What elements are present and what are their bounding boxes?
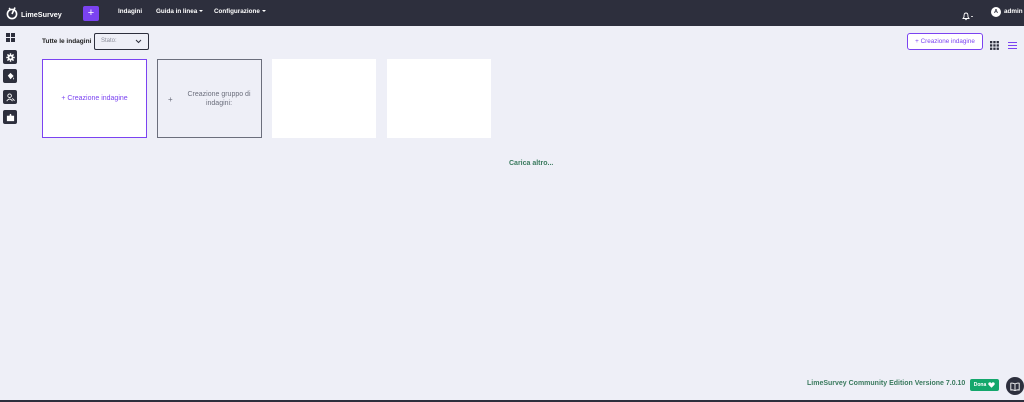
nav-configurazione[interactable]: Configurazione [214,8,266,15]
grid-view-toggle[interactable] [990,37,999,55]
nav-indagini[interactable]: Indagini [118,8,142,15]
sidebar-item-plugins[interactable] [3,110,17,124]
grid-icon [5,32,15,42]
list-view-toggle[interactable] [1008,37,1017,55]
sidebar-item-themes[interactable] [3,69,17,83]
app-name: LimeSurvey [21,10,62,19]
create-survey-card[interactable]: + Creazione indagine [42,59,147,138]
sidebar-item-dashboard[interactable] [3,30,17,44]
quick-add-button[interactable]: + [83,6,99,21]
status-filter-placeholder: Stato: [101,38,117,44]
create-survey-card-label: + Creazione indagine [61,95,128,102]
grid-view-icon [990,41,999,50]
list-view-icon [1008,42,1017,49]
create-survey-group-card[interactable]: + Creazione gruppo di indagini: [157,59,262,138]
caret-down-icon [199,10,204,12]
all-surveys-label: Tutte le indagini [42,38,92,45]
survey-card-placeholder [387,59,491,138]
sidebar-item-users[interactable] [3,90,17,104]
bell-icon [962,12,974,21]
puzzle-icon [6,113,14,121]
create-survey-button[interactable]: + Creazione indagine [907,33,983,50]
survey-card-placeholder [272,59,376,138]
user-menu[interactable]: admin [1004,8,1023,15]
create-survey-group-label: Creazione gruppo di indagini: [187,91,251,107]
nav-guida-label: Guida in linea [156,8,198,15]
load-more-link[interactable]: Carica altro... [509,160,553,167]
nav-indagini-label: Indagini [118,8,143,15]
limesurvey-logo[interactable]: LimeSurvey [6,5,62,21]
nav-guida-in-linea[interactable]: Guida in linea [156,8,204,15]
plus-icon: + [168,95,173,104]
donate-label: Dona [973,382,987,388]
gear-icon [5,52,15,62]
limesurvey-logo-icon [6,7,18,20]
nav-configurazione-label: Configurazione [214,8,260,15]
user-avatar[interactable]: A [991,7,1001,17]
book-icon [1010,382,1020,391]
users-icon [5,92,15,101]
paint-bucket-icon [7,72,14,80]
version-link[interactable]: LimeSurvey Community Edition Versione 7.… [807,380,965,387]
donate-button[interactable]: Dona [970,379,999,391]
caret-down-icon [261,10,266,12]
chevron-down-icon [135,39,142,44]
status-filter-select[interactable]: Stato: [94,33,149,50]
top-navbar: LimeSurvey + Indagini Guida in linea Con… [0,0,1024,26]
help-button[interactable] [1006,377,1024,395]
sidebar-item-settings[interactable] [3,50,17,64]
notifications-button[interactable] [962,8,974,26]
heart-icon [988,382,996,388]
